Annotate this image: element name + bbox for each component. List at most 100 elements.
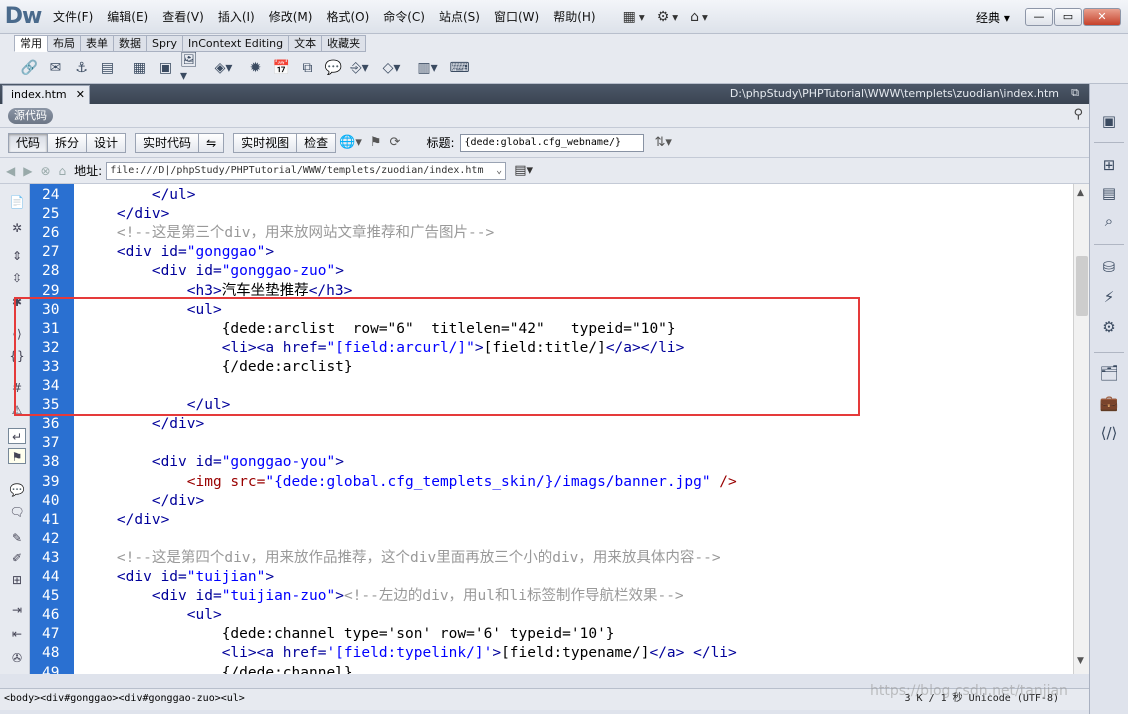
code-line[interactable]: 35 </ul> — [30, 396, 1073, 415]
snippets-icon[interactable]: ⟨/⟩ — [1097, 422, 1121, 444]
collapse-tag-icon[interactable]: ⇕ — [8, 248, 26, 264]
code-line[interactable]: 47 {dede:channel type='son' row='6' type… — [30, 625, 1073, 644]
forward-icon[interactable]: ▶ — [23, 164, 32, 178]
balance-braces-icon[interactable]: {} — [8, 348, 26, 364]
code-view-button[interactable]: 代码 — [8, 132, 49, 153]
code-text[interactable]: </div> — [82, 511, 169, 530]
menu-window[interactable]: 窗口(W) — [487, 6, 546, 28]
code-line[interactable]: 48 <li><a href='[field:typelink/]'>[fiel… — [30, 644, 1073, 663]
scroll-down-icon[interactable]: ▼ — [1077, 656, 1084, 666]
tab-incontext[interactable]: InContext Editing — [183, 35, 290, 52]
close-button[interactable]: ✕ — [1083, 8, 1121, 26]
code-line[interactable]: 32 <li><a href="[field:arcurl/]">[field:… — [30, 339, 1073, 358]
div-icon[interactable]: ▣ — [154, 57, 177, 79]
minimize-button[interactable]: — — [1025, 8, 1053, 26]
select-parent-tag-icon[interactable]: ⟨⟩ — [8, 326, 26, 342]
code-line[interactable]: 43 <!--这是第四个div，用来放作品推荐，这个div里面再放三个小的div… — [30, 549, 1073, 568]
tag-selector[interactable]: <body><div#gonggao><div#gonggao-zuo><ul> — [4, 693, 245, 704]
css-styles-icon[interactable]: ⊞ — [1097, 154, 1121, 176]
split-view-button[interactable]: 拆分 — [47, 132, 88, 153]
live-code-button[interactable]: 实时代码 — [135, 132, 200, 153]
menu-help[interactable]: 帮助(H) — [546, 6, 602, 28]
vertical-scrollbar[interactable]: ▲ ▼ — [1073, 184, 1089, 674]
code-line[interactable]: 36 </div> — [30, 415, 1073, 434]
code-text[interactable]: <li><a href="[field:arcurl/]">[field:tit… — [82, 339, 685, 358]
script-icon[interactable]: ◇▾ — [380, 57, 403, 79]
code-line[interactable]: 30 <ul> — [30, 301, 1073, 320]
code-line[interactable]: 29 <h3>汽车坐垫推荐</h3> — [30, 282, 1073, 301]
code-text[interactable]: <ul> — [82, 606, 222, 625]
code-text[interactable]: <ul> — [82, 301, 222, 320]
live-view-button[interactable]: 实时视图 — [233, 132, 298, 153]
layout-menu-icon[interactable]: ▦ ▾ — [617, 9, 651, 25]
templates-icon[interactable]: ▥▾ — [416, 57, 439, 79]
code-text[interactable]: <h3>汽车坐垫推荐</h3> — [82, 282, 353, 301]
tab-spry[interactable]: Spry — [147, 35, 183, 52]
show-code-navigator-icon[interactable]: ✲ — [8, 220, 26, 236]
code-text[interactable]: </ul> — [82, 186, 196, 205]
expand-all-icon[interactable]: ✱ — [8, 294, 26, 310]
code-text[interactable]: {dede:channel type='son' row='6' typeid=… — [82, 625, 615, 644]
address-input[interactable]: file:///D|/phpStudy/PHPTutorial/WWW/temp… — [106, 161, 507, 180]
inspect-button[interactable]: 检查 — [296, 132, 337, 153]
code-line[interactable]: 39 <img src="{dede:global.cfg_templets_s… — [30, 473, 1073, 492]
menu-commands[interactable]: 命令(C) — [376, 6, 432, 28]
inspect-layout-icon[interactable]: ⇋ — [198, 132, 225, 153]
view-options-icon[interactable]: ▤▾ — [514, 163, 533, 178]
move-css-icon[interactable]: ⊞ — [8, 572, 26, 588]
files-icon[interactable]: 🗂 — [1097, 362, 1121, 384]
code-line[interactable]: 44 <div id="tuijian"> — [30, 568, 1073, 587]
format-source-icon[interactable]: ✇ — [8, 650, 26, 666]
code-line[interactable]: 40 </div> — [30, 492, 1073, 511]
menu-file[interactable]: 文件(F) — [46, 6, 100, 28]
menu-format[interactable]: 格式(O) — [319, 6, 376, 28]
tag-chooser-icon[interactable]: ⌨ — [448, 57, 471, 79]
stop-icon[interactable]: ⊗ — [40, 164, 50, 178]
code-text[interactable]: <div id="tuijian"> — [82, 568, 274, 587]
date-icon[interactable]: 📅 — [270, 57, 293, 79]
code-line[interactable]: 37 — [30, 434, 1073, 453]
code-text[interactable]: </div> — [82, 205, 169, 224]
code-line[interactable]: 38 <div id="gonggao-you"> — [30, 453, 1073, 472]
code-text[interactable]: {/dede:arclist} — [82, 358, 353, 377]
workspace-switcher[interactable]: 经典 ▾ — [976, 9, 1010, 26]
code-text[interactable]: </div> — [82, 492, 204, 511]
code-text[interactable]: {dede:arclist row="6" titlelen="42" type… — [82, 320, 676, 339]
behaviors-icon[interactable]: ⚡ — [1097, 286, 1121, 308]
apply-comment-icon[interactable]: 💬 — [8, 482, 26, 498]
tag-inspector-icon[interactable]: ⌕ — [1097, 210, 1121, 232]
menu-site[interactable]: 站点(S) — [432, 6, 487, 28]
databases-icon[interactable]: ⛁ — [1097, 256, 1121, 278]
image-icon[interactable]: 🖼▾ — [180, 52, 203, 84]
open-documents-icon[interactable]: 📄 — [8, 194, 26, 210]
restore-window-icon[interactable]: ⧉ — [1071, 86, 1079, 100]
code-text[interactable]: </ul> — [82, 396, 231, 415]
design-view-button[interactable]: 设计 — [86, 132, 127, 153]
code-line[interactable]: 42 — [30, 530, 1073, 549]
code-line[interactable]: 25 </div> — [30, 205, 1073, 224]
code-line[interactable]: 33 {/dede:arclist} — [30, 358, 1073, 377]
title-input[interactable]: {dede:global.cfg_webname/} — [460, 133, 645, 152]
code-line[interactable]: 49 {/dede:channel} — [30, 664, 1073, 675]
home-icon[interactable]: ⌂ — [59, 164, 67, 178]
head-icon[interactable]: ⎆▾ — [348, 57, 371, 79]
menu-modify[interactable]: 修改(M) — [262, 6, 320, 28]
menu-edit[interactable]: 编辑(E) — [100, 6, 155, 28]
scroll-thumb[interactable] — [1076, 256, 1088, 316]
browser-preview-icon[interactable]: 🌐▾ — [339, 135, 362, 150]
recent-snippets-icon[interactable]: ✐ — [8, 550, 26, 566]
assets-icon[interactable]: 💼 — [1097, 392, 1121, 414]
code-line[interactable]: 41 </div> — [30, 511, 1073, 530]
refresh-icon[interactable]: ⟳ — [390, 135, 401, 150]
media-icon[interactable]: ◈▾ — [212, 57, 235, 79]
remove-comment-icon[interactable]: 🗨 — [8, 504, 26, 520]
menu-view[interactable]: 查看(V) — [155, 6, 211, 28]
code-text[interactable]: <div id="gonggao"> — [82, 243, 274, 262]
tab-text[interactable]: 文本 — [289, 35, 323, 52]
comment-icon[interactable]: 💬 — [322, 57, 345, 79]
code-line[interactable]: 45 <div id="tuijian-zuo"><!--左边的div，用ul和… — [30, 587, 1073, 606]
server-behaviors-icon[interactable]: ⚙ — [1097, 316, 1121, 338]
syntax-error-icon[interactable]: ⚑ — [8, 448, 26, 464]
site-menu-icon[interactable]: ⌂ ▾ — [684, 9, 714, 25]
code-text[interactable]: <!--这是第三个div，用来放网站文章推荐和广告图片--> — [82, 224, 494, 243]
